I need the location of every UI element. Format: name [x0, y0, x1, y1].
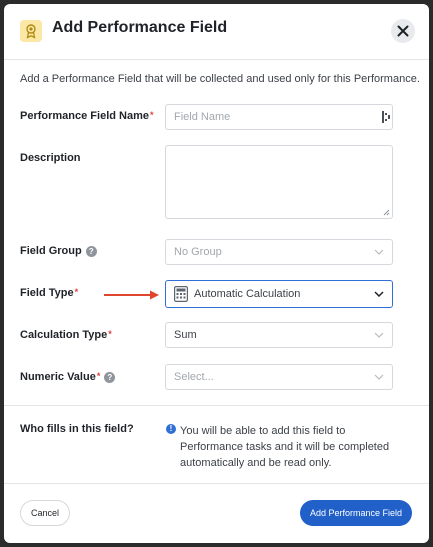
- numeric-value-select[interactable]: Select...: [165, 364, 393, 390]
- info-icon: !: [166, 424, 176, 434]
- numeric-value-label: Numeric Value*?: [20, 371, 116, 383]
- field-group-select[interactable]: No Group: [165, 239, 393, 265]
- cancel-button[interactable]: Cancel: [20, 500, 70, 526]
- numeric-value-label-text: Numeric Value: [20, 371, 96, 383]
- calculation-type-value: Sum: [174, 329, 197, 341]
- add-performance-field-dialog: Add Performance Field Add a Performance …: [4, 4, 429, 543]
- who-fills-label: Who fills in this field?: [20, 423, 134, 435]
- resize-handle-icon[interactable]: [383, 209, 390, 216]
- dialog-intro: Add a Performance Field that will be col…: [20, 73, 420, 85]
- numeric-value-placeholder: Select...: [174, 371, 214, 383]
- required-mark: *: [150, 110, 154, 120]
- close-icon: [397, 25, 409, 37]
- add-performance-field-button[interactable]: Add Performance Field: [300, 500, 412, 526]
- help-icon[interactable]: ?: [85, 245, 97, 257]
- field-name-label-text: Performance Field Name: [20, 110, 149, 122]
- field-name-label: Performance Field Name*: [20, 110, 154, 122]
- field-group-label-text: Field Group: [20, 245, 82, 257]
- award-icon: [20, 20, 42, 42]
- divider: [4, 405, 429, 406]
- calculation-type-label: Calculation Type*: [20, 329, 112, 341]
- field-group-label: Field Group?: [20, 245, 97, 257]
- calculation-type-select[interactable]: Sum: [165, 322, 393, 348]
- required-mark: *: [108, 329, 112, 339]
- chevron-down-icon: [374, 332, 384, 338]
- close-button[interactable]: [391, 19, 415, 43]
- divider: [4, 483, 429, 484]
- chevron-down-icon: [374, 374, 384, 380]
- description-label: Description: [20, 152, 81, 164]
- dialog-title: Add Performance Field: [52, 19, 228, 36]
- dialog-header: Add Performance Field: [4, 4, 429, 60]
- field-type-value: Automatic Calculation: [194, 288, 301, 300]
- who-fills-info-text: You will be able to add this field to Pe…: [180, 425, 390, 469]
- chevron-down-icon: [374, 249, 384, 255]
- description-textarea[interactable]: [165, 145, 393, 219]
- field-type-label: Field Type*: [20, 287, 78, 299]
- password-manager-icon[interactable]: [382, 111, 390, 123]
- field-group-value: No Group: [174, 246, 222, 258]
- chevron-down-icon: [374, 291, 384, 297]
- field-type-label-text: Field Type: [20, 287, 74, 299]
- required-mark: *: [96, 371, 101, 381]
- help-icon[interactable]: ?: [104, 371, 116, 383]
- calculator-icon: [174, 286, 188, 302]
- calculation-type-label-text: Calculation Type: [20, 329, 108, 341]
- pointer-arrow: [104, 290, 159, 300]
- field-name-input[interactable]: [165, 104, 393, 130]
- required-mark: *: [74, 287, 79, 297]
- field-type-select[interactable]: Automatic Calculation: [165, 280, 393, 308]
